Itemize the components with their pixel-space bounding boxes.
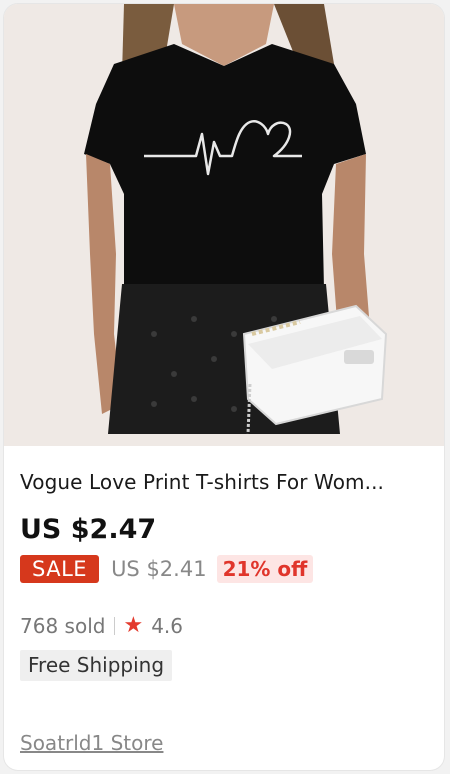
original-price: US $2.41 — [111, 557, 207, 581]
star-icon: ★ — [123, 613, 144, 638]
product-image[interactable] — [4, 4, 444, 446]
rating-value: 4.6 — [151, 614, 183, 638]
current-price: US $2.47 — [20, 514, 157, 545]
divider — [114, 617, 116, 635]
free-shipping-tag: Free Shipping — [20, 650, 173, 681]
sales-rating-row: 768 sold ★ 4.6 — [20, 614, 183, 638]
store-link[interactable]: Soatrld1 Store — [20, 731, 163, 755]
sold-count: 768 sold — [20, 614, 106, 638]
sale-badge: SALE — [20, 555, 100, 583]
sale-row: SALE US $2.41 21% off — [20, 554, 314, 584]
product-card[interactable]: Vogue Love Print T-shirts For Wom... US … — [4, 4, 444, 770]
product-title[interactable]: Vogue Love Print T-shirts For Wom... — [20, 470, 430, 494]
discount-badge: 21% off — [216, 555, 314, 583]
